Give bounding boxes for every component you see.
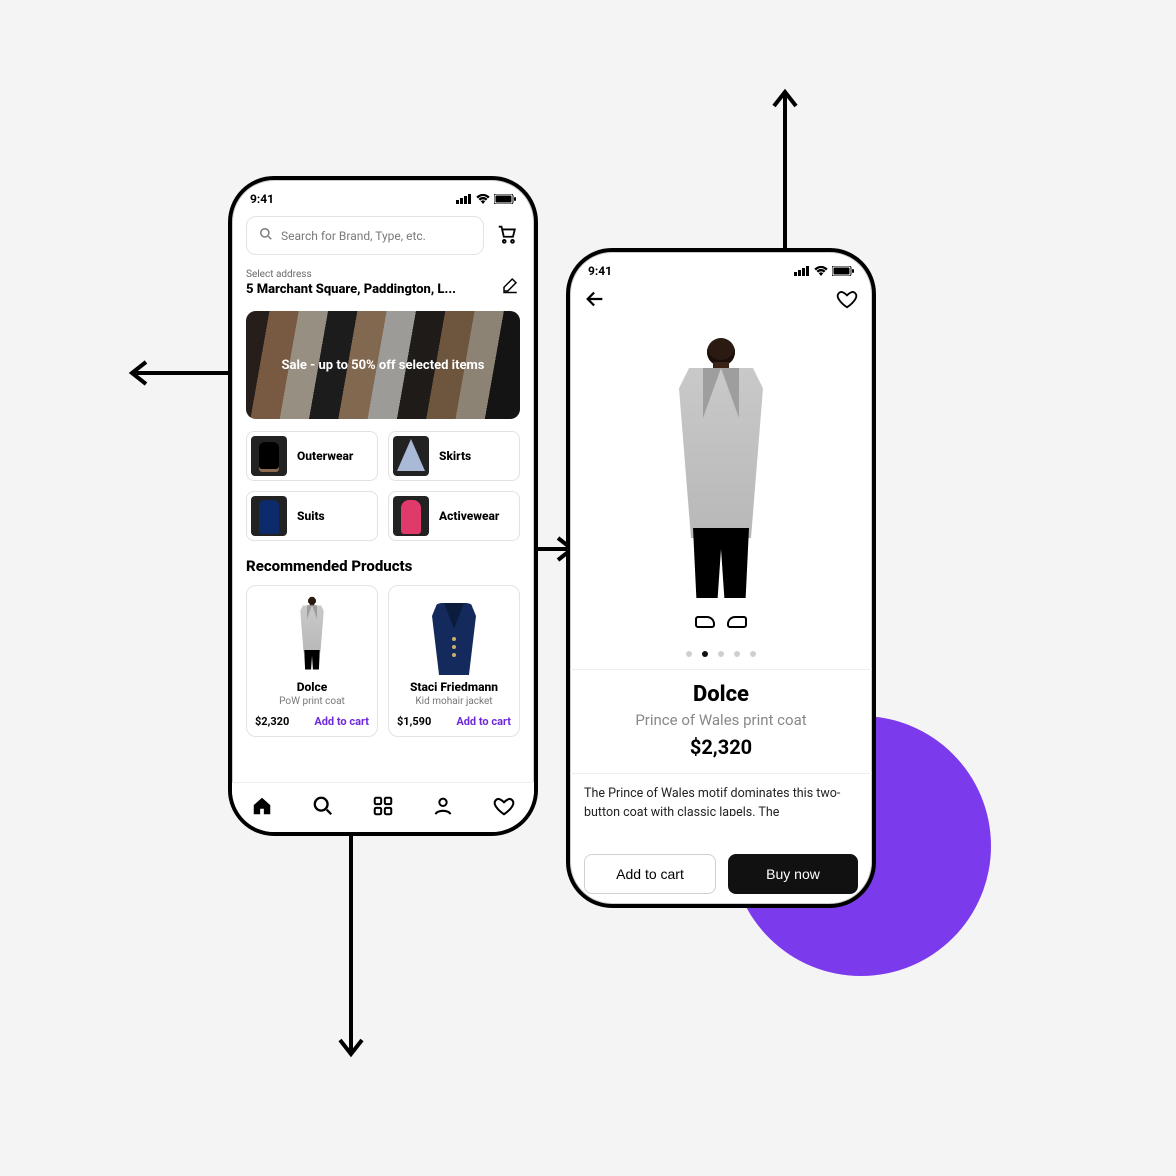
cellular-icon	[456, 194, 472, 204]
nav-account[interactable]	[426, 789, 460, 826]
category-label: Activewear	[439, 509, 499, 523]
user-icon	[432, 805, 454, 820]
product-brand: Dolce	[584, 682, 858, 707]
bottom-nav	[232, 782, 534, 832]
arrow-left-icon	[124, 358, 244, 388]
heart-icon	[493, 805, 515, 820]
status-time: 9:41	[250, 192, 274, 206]
search-input[interactable]: Search for Brand, Type, etc.	[246, 216, 484, 255]
page-dot[interactable]	[750, 651, 756, 657]
page-dot-active[interactable]	[702, 651, 708, 657]
phone-home: 9:41 Search for Brand, Type, etc. Select…	[228, 176, 538, 836]
edit-address-button[interactable]	[500, 277, 520, 297]
sale-banner[interactable]: Sale - up to 50% off selected items	[246, 311, 520, 419]
category-suits[interactable]: Suits	[246, 491, 378, 541]
product-brand: Staci Friedmann	[397, 680, 511, 694]
nav-search[interactable]	[306, 789, 340, 826]
product-price: $2,320	[255, 715, 289, 728]
add-to-cart-link[interactable]: Add to cart	[456, 715, 511, 728]
arrow-left-icon	[584, 298, 606, 313]
category-thumb	[393, 436, 429, 476]
status-bar: 9:41	[570, 252, 872, 284]
back-button[interactable]	[584, 288, 606, 313]
product-gallery[interactable]	[570, 313, 872, 643]
category-thumb	[251, 436, 287, 476]
divider	[570, 773, 872, 774]
product-card[interactable]: Staci Friedmann Kid mohair jacket $1,590…	[388, 585, 520, 737]
product-brand: Dolce	[255, 680, 369, 694]
page-dot[interactable]	[734, 651, 740, 657]
wifi-icon	[814, 266, 828, 276]
product-image	[255, 594, 369, 678]
banner-text: Sale - up to 50% off selected items	[282, 358, 485, 373]
product-price: $1,590	[397, 715, 431, 728]
battery-icon	[494, 194, 516, 204]
wifi-icon	[476, 194, 490, 204]
battery-icon	[832, 266, 854, 276]
product-image	[397, 594, 511, 678]
recommended-title: Recommended Products	[246, 557, 520, 575]
arrow-down-icon	[336, 830, 366, 1062]
gallery-pagination[interactable]	[570, 643, 872, 670]
search-icon	[259, 227, 273, 244]
address-value[interactable]: 5 Marchant Square, Paddington, L...	[246, 282, 456, 297]
nav-categories[interactable]	[366, 789, 400, 826]
page-dot[interactable]	[686, 651, 692, 657]
category-activewear[interactable]: Activewear	[388, 491, 520, 541]
nav-wishlist[interactable]	[487, 789, 521, 826]
nav-home[interactable]	[245, 789, 279, 826]
pencil-icon	[501, 276, 519, 298]
status-time: 9:41	[588, 264, 612, 278]
add-to-cart-button[interactable]: Add to cart	[584, 854, 716, 894]
category-thumb	[393, 496, 429, 536]
category-label: Suits	[297, 509, 325, 523]
wishlist-button[interactable]	[836, 288, 858, 313]
page-dot[interactable]	[718, 651, 724, 657]
product-name: PoW print coat	[255, 696, 369, 707]
product-price: $2,320	[584, 735, 858, 759]
buy-now-button[interactable]: Buy now	[728, 854, 858, 894]
search-icon	[312, 805, 334, 820]
product-description: The Prince of Wales motif dominates this…	[570, 784, 872, 816]
product-name: Kid mohair jacket	[397, 696, 511, 707]
cart-button[interactable]	[494, 223, 520, 249]
grid-icon	[372, 805, 394, 820]
home-icon	[251, 805, 273, 820]
category-thumb	[251, 496, 287, 536]
add-to-cart-link[interactable]: Add to cart	[314, 715, 369, 728]
category-label: Skirts	[439, 449, 471, 463]
heart-icon	[836, 298, 858, 313]
category-skirts[interactable]: Skirts	[388, 431, 520, 481]
cart-icon	[496, 223, 518, 249]
category-label: Outerwear	[297, 449, 353, 463]
phone-product: 9:41 Dolce Prince of Wales print coat $	[566, 248, 876, 908]
address-label: Select address	[246, 269, 456, 280]
product-card[interactable]: Dolce PoW print coat $2,320 Add to cart	[246, 585, 378, 737]
status-bar: 9:41	[232, 180, 534, 212]
search-placeholder: Search for Brand, Type, etc.	[281, 229, 426, 243]
arrow-up-icon	[770, 84, 800, 264]
category-outerwear[interactable]: Outerwear	[246, 431, 378, 481]
product-title: Prince of Wales print coat	[584, 711, 858, 729]
cellular-icon	[794, 266, 810, 276]
